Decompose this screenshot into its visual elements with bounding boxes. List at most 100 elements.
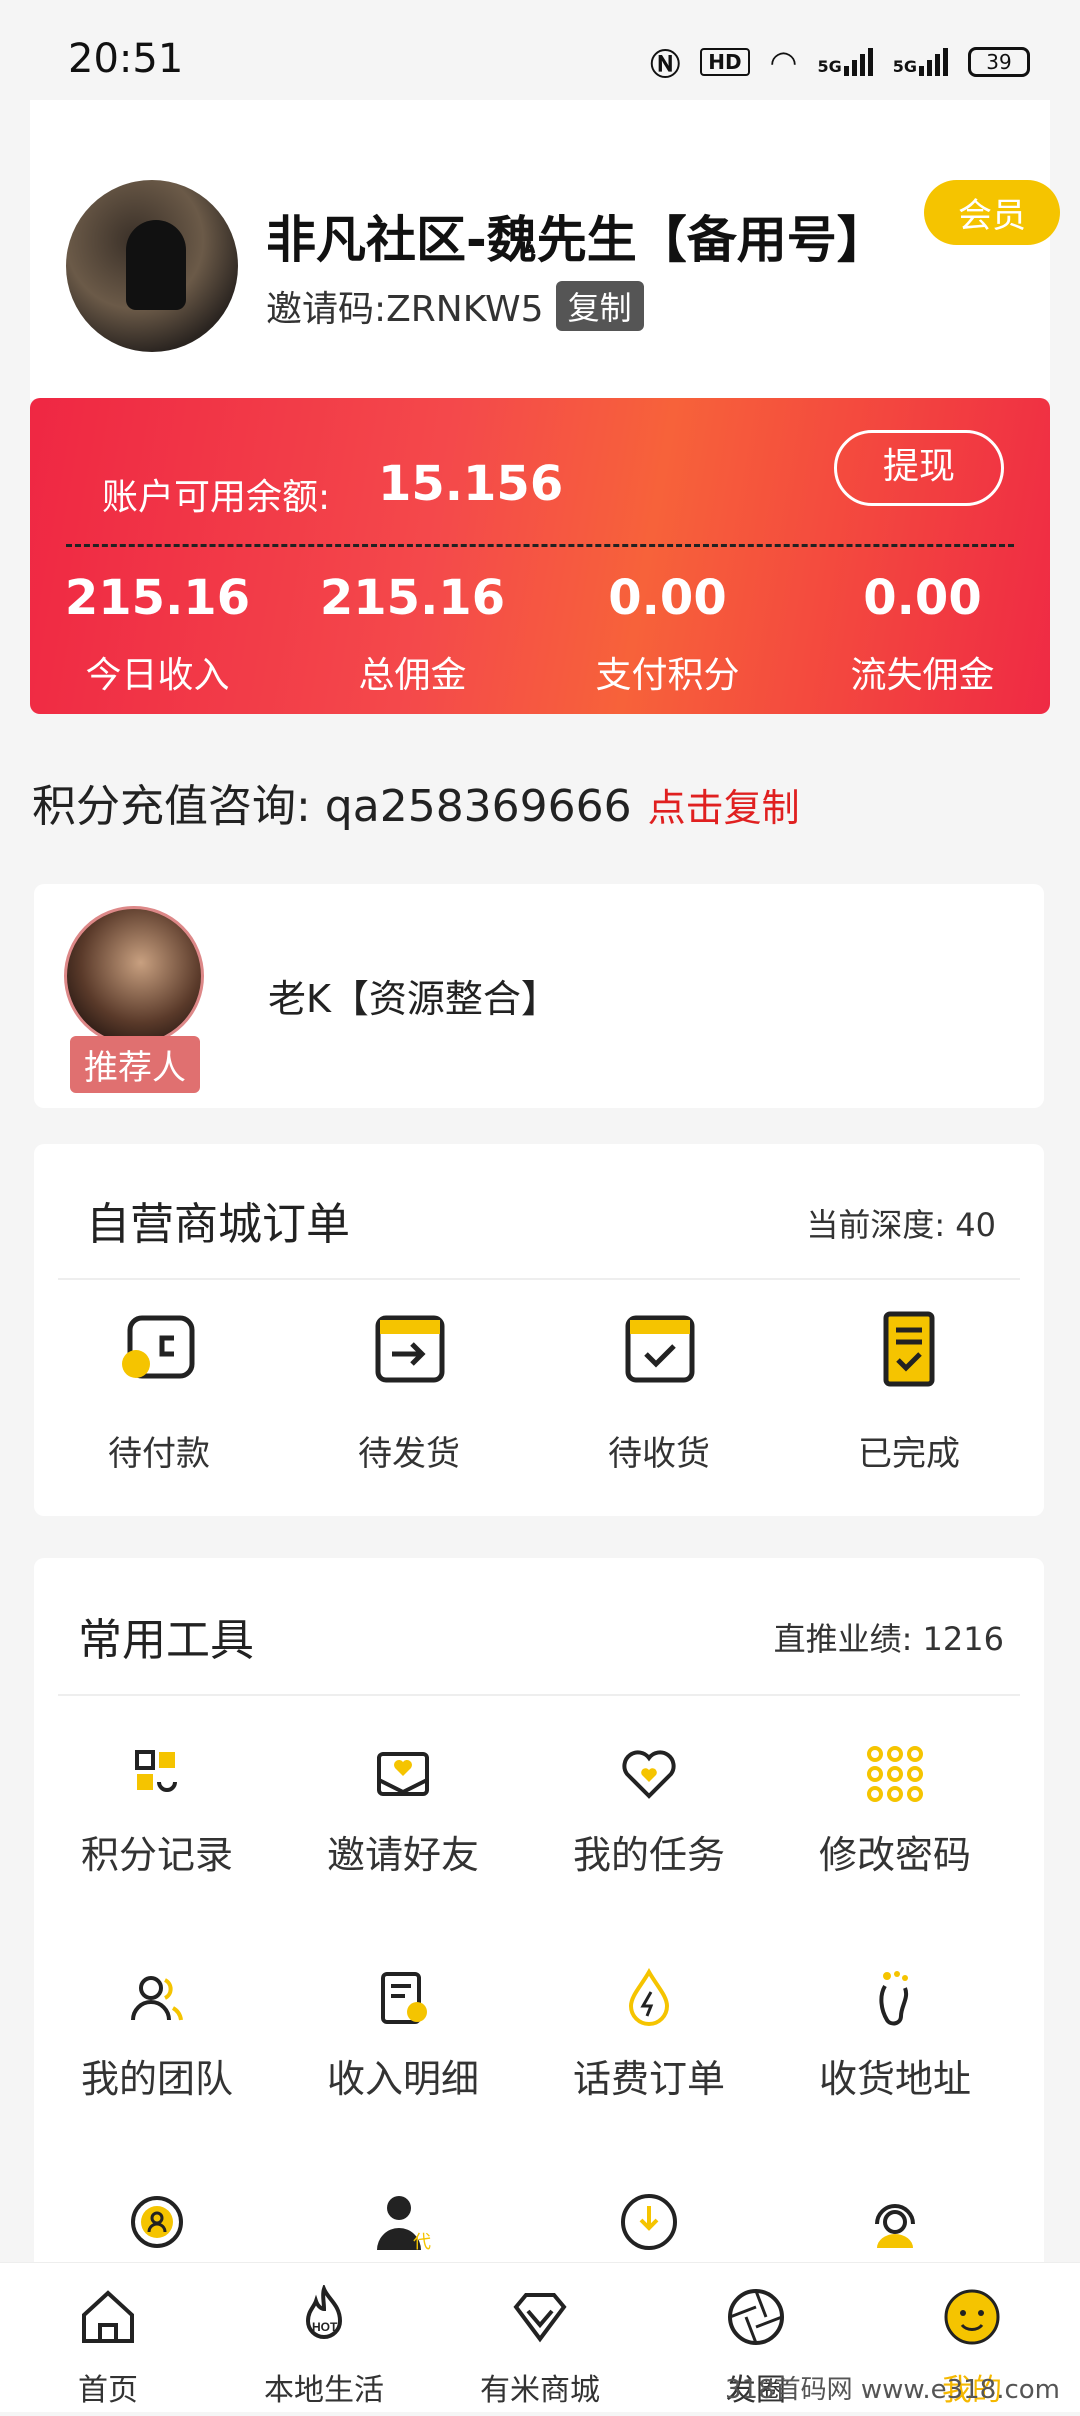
svg-text:代: 代 <box>413 2232 431 2252</box>
order-pending-shipment[interactable]: 待发货 <box>284 1304 534 1475</box>
income-doc-icon <box>373 1968 433 2028</box>
status-time: 20:51 <box>68 36 184 82</box>
tools-performance: 直推业绩: 1216 <box>773 1620 1004 1658</box>
referrer-card[interactable]: 推荐人 老K【资源整合】 <box>34 884 1044 1108</box>
tab-local-life[interactable]: HOT 本地生活 <box>216 2263 432 2412</box>
referrer-avatar <box>64 906 204 1046</box>
tool-income-details[interactable]: 收入明细 <box>280 1968 526 2192</box>
tab-home[interactable]: 首页 <box>0 2263 216 2412</box>
tool-label: 收入明细 <box>326 2057 479 2101</box>
bottom-tab-bar: 首页 HOT 本地生活 有米商城 发圈 我的 318首码网 www.e318.c… <box>0 2262 1080 2412</box>
invite-envelope-icon <box>373 1744 433 1804</box>
tool-points-record[interactable]: 积分记录 <box>34 1744 280 1968</box>
tool-shipping-address[interactable]: 收货地址 <box>772 1968 1018 2192</box>
tab-label: 首页 <box>78 2373 138 2408</box>
points-consult-row: 积分充值咨询: qa258369666 点击复制 <box>32 770 800 834</box>
status-bar: 20:51 Ⓝ HD ◠ 5G 5G 39 <box>0 0 1080 100</box>
tools-card: 常用工具 直推业绩: 1216 积分记录 邀请好友 我的任务 修改密码 我的团队… <box>34 1558 1044 2278</box>
stat-value: 0.00 <box>608 570 727 626</box>
referrer-name: 老K【资源整合】 <box>268 977 559 1021</box>
tool-label: 话费订单 <box>572 2057 725 2101</box>
copy-invite-button[interactable]: 复制 <box>555 281 644 331</box>
order-label: 已完成 <box>858 1434 960 1474</box>
download-circle-icon <box>619 2192 679 2252</box>
tool-my-team[interactable]: 我的团队 <box>34 1968 280 2192</box>
withdraw-button[interactable]: 提现 <box>834 430 1004 506</box>
stat-pay-points[interactable]: 0.00 支付积分 <box>540 558 795 698</box>
aperture-icon <box>724 2285 788 2349</box>
tool-my-tasks[interactable]: 我的任务 <box>526 1744 772 1968</box>
order-label: 待收货 <box>608 1434 710 1474</box>
stat-value: 215.16 <box>319 570 506 626</box>
profile-header: 非凡社区-魏先生【备用号】 邀请码:ZRNKW5 复制 会员 <box>30 100 1060 400</box>
avatar[interactable] <box>66 180 238 352</box>
order-pending-receipt[interactable]: 待收货 <box>534 1304 784 1475</box>
tab-label: 本地生活 <box>264 2373 384 2408</box>
stat-label: 支付积分 <box>595 655 740 696</box>
tool-change-password[interactable]: 修改密码 <box>772 1744 1018 1968</box>
drop-bolt-icon <box>619 1967 679 2028</box>
balance-stats: 215.16 今日收入 215.16 总佣金 0.00 支付积分 0.00 流失佣金 <box>30 558 1050 698</box>
tool-label: 我的团队 <box>80 2057 233 2101</box>
balance-card: 账户可用余额: 15.156 提现 215.16 今日收入 215.16 总佣金 0… <box>30 398 1050 714</box>
points-record-icon <box>127 1744 187 1804</box>
member-badge[interactable]: 会员 <box>924 180 1060 245</box>
stat-total-commission[interactable]: 215.16 总佣金 <box>285 558 540 698</box>
headset-icon <box>865 2192 925 2252</box>
watermark: 318首码网 www.e318.com <box>725 2375 1060 2405</box>
tool-label: 积分记录 <box>80 1833 233 1877</box>
heart-task-icon <box>619 1744 679 1804</box>
profile-name: 非凡社区-魏先生【备用号】 <box>266 211 887 269</box>
tool-label: 我的任务 <box>572 1833 725 1877</box>
click-copy-link[interactable]: 点击复制 <box>648 777 800 832</box>
referrer-tag: 推荐人 <box>70 1036 200 1093</box>
hd-icon: HD <box>700 48 750 76</box>
battery-icon: 39 <box>968 47 1030 77</box>
invite-code: 邀请码:ZRNKW5 <box>266 289 544 330</box>
tool-label: 修改密码 <box>818 1833 971 1877</box>
signal-icon-2: 5G <box>893 48 948 76</box>
stat-label: 总佣金 <box>358 655 467 696</box>
clipboard-check-icon <box>864 1304 954 1394</box>
tool-label: 收货地址 <box>818 2057 971 2101</box>
tool-invite-friends[interactable]: 邀请好友 <box>280 1744 526 1968</box>
tool-phone-bill-orders[interactable]: 话费订单 <box>526 1967 772 2192</box>
stat-label: 流失佣金 <box>850 655 995 696</box>
order-pending-payment[interactable]: 待付款 <box>34 1304 284 1475</box>
divider <box>58 1694 1020 1696</box>
tools-title: 常用工具 <box>78 1615 254 1666</box>
svg-text:HOT: HOT <box>312 2320 338 2334</box>
divider <box>58 1278 1020 1280</box>
order-completed[interactable]: 已完成 <box>784 1304 1034 1475</box>
diamond-icon <box>508 2285 572 2349</box>
stat-label: 今日收入 <box>85 655 230 696</box>
agent-icon: 代 <box>373 2192 433 2252</box>
order-label: 待发货 <box>358 1434 460 1474</box>
orders-title: 自营商城订单 <box>86 1199 350 1250</box>
smiley-icon <box>940 2285 1004 2349</box>
hot-icon: HOT <box>292 2283 356 2349</box>
user-circle-icon <box>127 2192 187 2252</box>
nfc-icon: Ⓝ <box>650 48 681 83</box>
stat-value: 0.00 <box>863 570 982 626</box>
wifi-icon: ◠ <box>769 43 798 81</box>
tool-label: 邀请好友 <box>326 1833 479 1877</box>
orders-card: 自营商城订单 当前深度: 40 待付款 待发货 待收货 已完成 <box>34 1144 1044 1516</box>
balance-label: 账户可用余额: <box>102 477 331 518</box>
orders-grid: 待付款 待发货 待收货 已完成 <box>34 1304 1044 1475</box>
home-icon <box>76 2285 140 2349</box>
footprint-icon <box>865 1968 925 2028</box>
stat-lost-commission[interactable]: 0.00 流失佣金 <box>795 558 1050 698</box>
wallet-icon <box>114 1304 204 1394</box>
invite-code-row: 邀请码:ZRNKW5 复制 <box>266 280 644 332</box>
status-icons: Ⓝ HD ◠ 5G 5G 39 <box>650 40 1030 84</box>
keypad-icon <box>865 1744 925 1804</box>
stat-today-income[interactable]: 215.16 今日收入 <box>30 558 285 698</box>
box-arrow-icon <box>364 1304 454 1394</box>
order-label: 待付款 <box>108 1434 210 1474</box>
tab-label: 有米商城 <box>480 2373 600 2408</box>
dashed-divider <box>66 544 1014 547</box>
box-check-icon <box>614 1304 704 1394</box>
signal-icon-1: 5G <box>817 48 873 76</box>
tab-mall[interactable]: 有米商城 <box>432 2263 648 2412</box>
